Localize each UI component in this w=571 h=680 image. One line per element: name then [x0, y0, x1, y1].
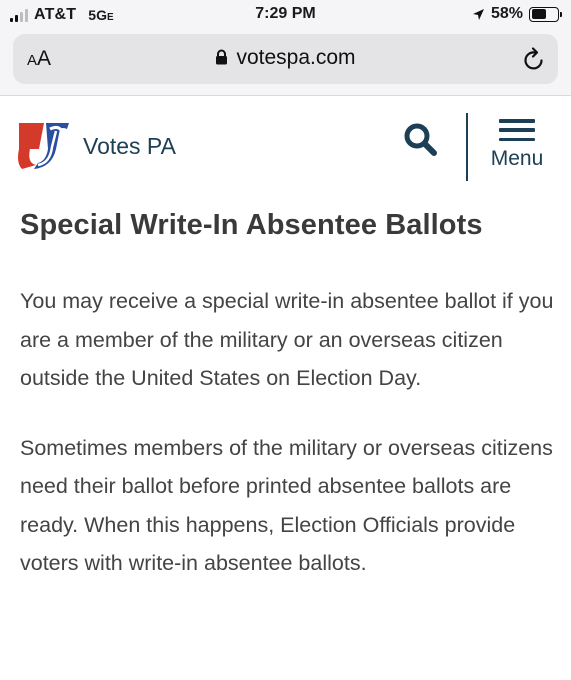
menu-label: Menu: [490, 147, 544, 170]
status-bar: AT&T 5GE 7:29 PM 58%: [0, 0, 571, 30]
battery-fill: [531, 9, 546, 19]
article-paragraph: Sometimes members of the military or ove…: [20, 435, 553, 576]
site-header: Votes PA Menu: [0, 97, 571, 197]
lock-icon: [216, 49, 228, 65]
url-display[interactable]: votespa.com: [13, 46, 558, 70]
location-arrow-icon: [472, 8, 484, 20]
battery-icon: [529, 6, 562, 22]
hamburger-menu-icon: [499, 119, 535, 141]
header-divider: [466, 113, 468, 181]
url-text: votespa.com: [236, 46, 356, 69]
site-name[interactable]: Votes PA: [83, 133, 176, 160]
page-title: Special Write-In Absentee Ballots: [20, 209, 483, 241]
votes-pa-logo[interactable]: [16, 119, 70, 171]
article-content: Special Write-In Absentee Ballots You ma…: [20, 205, 555, 583]
battery-percent: 58%: [490, 5, 523, 22]
address-bar[interactable]: AA votespa.com: [13, 34, 558, 84]
article-paragraph: You may receive a special write-in absen…: [20, 289, 554, 390]
status-right: 58%: [472, 5, 562, 23]
reload-icon[interactable]: [522, 46, 546, 72]
browser-toolbar: AA votespa.com: [0, 30, 571, 96]
search-icon[interactable]: [402, 121, 438, 157]
menu-button[interactable]: Menu: [482, 119, 552, 175]
